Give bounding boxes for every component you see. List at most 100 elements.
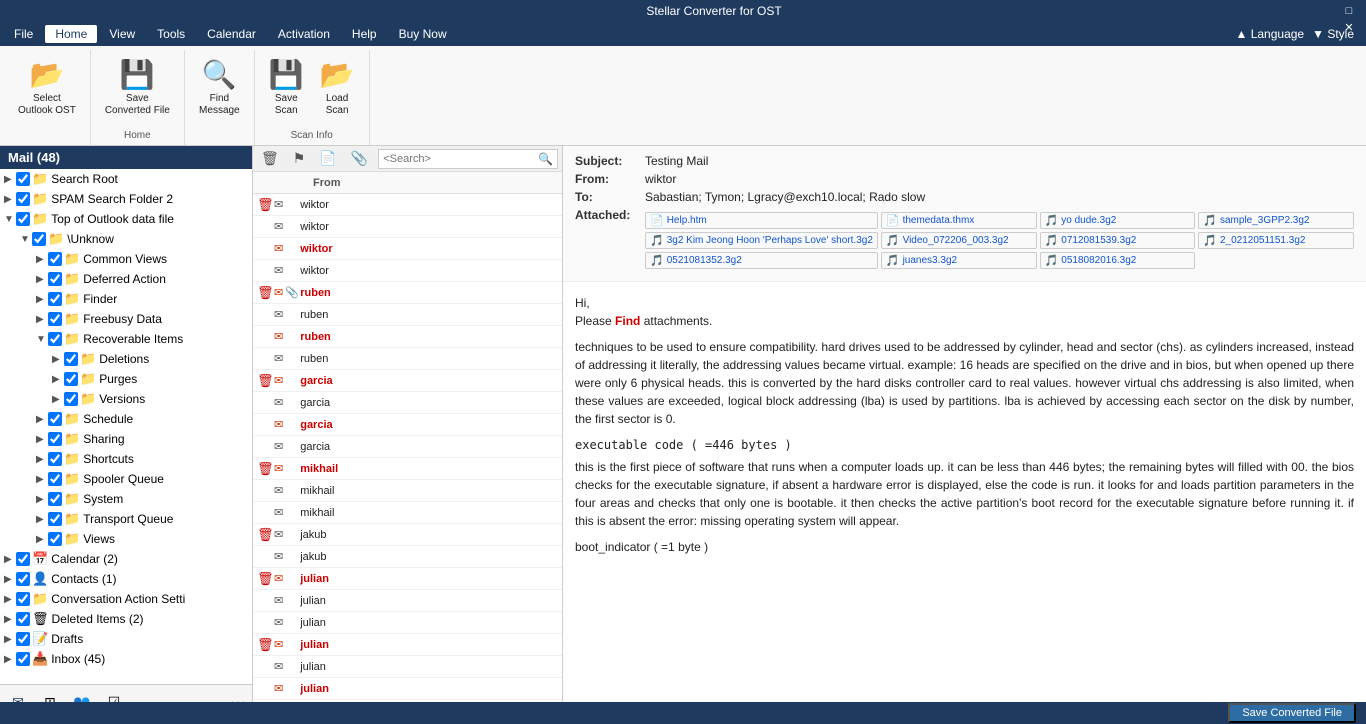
message-row-15[interactable]: 🗑✉jakub [253, 524, 562, 546]
message-row-6[interactable]: ✉ruben [253, 326, 562, 348]
attachment-5[interactable]: 🎵Video_072206_003.3g2 [881, 232, 1037, 249]
check-shortcuts[interactable] [48, 452, 62, 466]
tree-item-transport-queue[interactable]: ▶📁Transport Queue [0, 509, 252, 529]
expand-inbox[interactable]: ▶ [4, 654, 16, 665]
message-row-16[interactable]: ✉jakub [253, 546, 562, 568]
tree-item-purges[interactable]: ▶📁Purges [0, 369, 252, 389]
tree-item-drafts[interactable]: ▶📝Drafts [0, 629, 252, 649]
tree-item-deferred-action[interactable]: ▶📁Deferred Action [0, 269, 252, 289]
expand-top-of-outlook[interactable]: ▼ [4, 214, 16, 225]
attachment-6[interactable]: 🎵0712081539.3g2 [1040, 232, 1196, 249]
save-converted-file-button[interactable]: 💾 SaveConverted File [99, 54, 176, 121]
message-row-8[interactable]: 🗑✉garcia [253, 370, 562, 392]
check-spooler-queue[interactable] [48, 472, 62, 486]
attachment-10[interactable]: 🎵0518082016.3g2 [1040, 252, 1196, 269]
expand-versions[interactable]: ▶ [52, 394, 64, 405]
tree-item-recoverable-items[interactable]: ▼📁Recoverable Items [0, 329, 252, 349]
style-dropdown[interactable]: ▼ Style [1312, 27, 1354, 41]
expand-finder[interactable]: ▶ [36, 294, 48, 305]
tree-item-conversation-action[interactable]: ▶📁Conversation Action Setti [0, 589, 252, 609]
tree-item-spam-search[interactable]: ▶📁SPAM Search Folder 2 [0, 189, 252, 209]
expand-unknown[interactable]: ▼ [20, 234, 32, 245]
message-row-3[interactable]: ✉wiktor [253, 260, 562, 282]
expand-contacts[interactable]: ▶ [4, 574, 16, 585]
message-row-10[interactable]: ✉garcia [253, 414, 562, 436]
expand-views[interactable]: ▶ [36, 534, 48, 545]
check-recoverable-items[interactable] [48, 332, 62, 346]
check-common-views[interactable] [48, 252, 62, 266]
expand-schedule[interactable]: ▶ [36, 414, 48, 425]
attachment-8[interactable]: 🎵0521081352.3g2 [645, 252, 878, 269]
tree-item-search-root[interactable]: ▶📁Search Root [0, 169, 252, 189]
tree-item-contacts[interactable]: ▶👤Contacts (1) [0, 569, 252, 589]
menu-buy-now[interactable]: Buy Now [389, 25, 457, 43]
message-row-22[interactable]: ✉julian [253, 678, 562, 700]
message-row-21[interactable]: ✉julian [253, 656, 562, 678]
message-row-9[interactable]: ✉garcia [253, 392, 562, 414]
language-dropdown[interactable]: ▲ Language [1236, 27, 1305, 41]
tree-item-system[interactable]: ▶📁System [0, 489, 252, 509]
tree-item-sharing[interactable]: ▶📁Sharing [0, 429, 252, 449]
attachment-9[interactable]: 🎵juanes3.3g2 [881, 252, 1037, 269]
expand-shortcuts[interactable]: ▶ [36, 454, 48, 465]
find-message-button[interactable]: 🔍 FindMessage [193, 54, 246, 121]
check-deletions[interactable] [64, 352, 78, 366]
expand-system[interactable]: ▶ [36, 494, 48, 505]
check-system[interactable] [48, 492, 62, 506]
expand-spooler-queue[interactable]: ▶ [36, 474, 48, 485]
message-row-1[interactable]: ✉wiktor [253, 216, 562, 238]
expand-drafts[interactable]: ▶ [4, 634, 16, 645]
expand-deleted-items[interactable]: ▶ [4, 614, 16, 625]
check-finder[interactable] [48, 292, 62, 306]
tree-item-shortcuts[interactable]: ▶📁Shortcuts [0, 449, 252, 469]
check-spam-search[interactable] [16, 192, 30, 206]
tree-item-inbox[interactable]: ▶📥Inbox (45) [0, 649, 252, 669]
select-outlook-ost-button[interactable]: 📂 SelectOutlook OST [12, 54, 82, 121]
message-row-17[interactable]: 🗑✉julian [253, 568, 562, 590]
delete-toolbar-button[interactable]: 🗑 [257, 148, 283, 169]
expand-purges[interactable]: ▶ [52, 374, 64, 385]
attach-toolbar-button[interactable]: 📎 [347, 148, 372, 169]
check-versions[interactable] [64, 392, 78, 406]
tree-item-spooler-queue[interactable]: ▶📁Spooler Queue [0, 469, 252, 489]
message-row-2[interactable]: ✉wiktor [253, 238, 562, 260]
menu-file[interactable]: File [4, 25, 43, 43]
attachment-1[interactable]: 📄themedata.thmx [881, 212, 1037, 229]
message-row-0[interactable]: 🗑✉wiktor [253, 194, 562, 216]
save-scan-button[interactable]: 💾 SaveScan [263, 54, 310, 121]
check-contacts[interactable] [16, 572, 30, 586]
attachment-2[interactable]: 🎵yo dude.3g2 [1040, 212, 1196, 229]
expand-sharing[interactable]: ▶ [36, 434, 48, 445]
message-row-20[interactable]: 🗑✉julian [253, 634, 562, 656]
check-search-root[interactable] [16, 172, 30, 186]
expand-common-views[interactable]: ▶ [36, 254, 48, 265]
message-row-7[interactable]: ✉ruben [253, 348, 562, 370]
tree-item-freebusy[interactable]: ▶📁Freebusy Data [0, 309, 252, 329]
message-row-11[interactable]: ✉garcia [253, 436, 562, 458]
attachment-3[interactable]: 🎵sample_3GPP2.3g2 [1198, 212, 1354, 229]
attachment-7[interactable]: 🎵2_0212051151.3g2 [1198, 232, 1354, 249]
check-transport-queue[interactable] [48, 512, 62, 526]
tree-item-deleted-items[interactable]: ▶🗑Deleted Items (2) [0, 609, 252, 629]
message-row-12[interactable]: 🗑✉mikhail [253, 458, 562, 480]
menu-tools[interactable]: Tools [147, 25, 195, 43]
expand-search-root[interactable]: ▶ [4, 174, 16, 185]
check-sharing[interactable] [48, 432, 62, 446]
attachment-0[interactable]: 📄Help.htm [645, 212, 878, 229]
check-views[interactable] [48, 532, 62, 546]
message-row-13[interactable]: ✉mikhail [253, 480, 562, 502]
search-icon[interactable]: 🔍 [538, 152, 553, 166]
message-search-box[interactable]: 🔍 [378, 149, 558, 169]
tree-item-top-of-outlook[interactable]: ▼📁Top of Outlook data file [0, 209, 252, 229]
check-unknown[interactable] [32, 232, 46, 246]
check-purges[interactable] [64, 372, 78, 386]
message-row-5[interactable]: ✉ruben [253, 304, 562, 326]
expand-freebusy[interactable]: ▶ [36, 314, 48, 325]
tree-item-versions[interactable]: ▶📁Versions [0, 389, 252, 409]
check-freebusy[interactable] [48, 312, 62, 326]
flag-toolbar-button[interactable]: ⚑ [289, 148, 310, 169]
save-converted-status-button[interactable]: Save Converted File [1228, 703, 1356, 723]
tree-item-finder[interactable]: ▶📁Finder [0, 289, 252, 309]
expand-transport-queue[interactable]: ▶ [36, 514, 48, 525]
expand-spam-search[interactable]: ▶ [4, 194, 16, 205]
